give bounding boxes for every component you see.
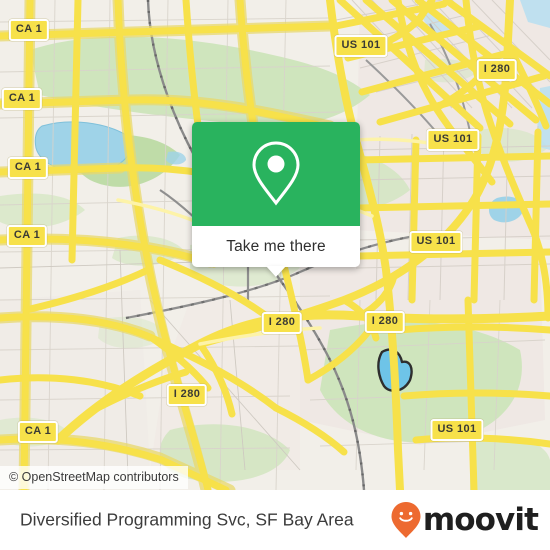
highway-shield-ca1: CA 1 xyxy=(6,225,48,247)
osm-attribution[interactable]: © OpenStreetMap contributors xyxy=(0,466,188,489)
map-pin-icon xyxy=(252,141,300,206)
map-screenshot-root: CA 1 CA 1 CA 1 CA 1 CA 1 US 101 US 101 U… xyxy=(0,0,550,550)
highway-shield-us101: US 101 xyxy=(334,35,388,57)
highway-shield-ca1: CA 1 xyxy=(8,19,50,41)
highway-shield-us101: US 101 xyxy=(430,419,484,441)
highway-shield-ca1: CA 1 xyxy=(1,88,43,110)
highway-shield-i280: I 280 xyxy=(476,59,518,81)
highway-shield-ca1: CA 1 xyxy=(17,421,59,443)
map-canvas[interactable]: CA 1 CA 1 CA 1 CA 1 CA 1 US 101 US 101 U… xyxy=(0,0,550,490)
popup-action-bar[interactable]: Take me there xyxy=(192,226,360,277)
highway-shield-i280: I 280 xyxy=(166,384,208,406)
popup-header xyxy=(192,122,360,226)
highway-shield-i280: I 280 xyxy=(364,311,406,333)
location-popup[interactable]: Take me there xyxy=(192,122,360,277)
highway-shield-us101: US 101 xyxy=(426,129,480,151)
highway-shield-i280: I 280 xyxy=(261,312,303,334)
highway-shield-ca1: CA 1 xyxy=(7,157,49,179)
popup-pointer-tail xyxy=(266,266,286,277)
moovit-brand[interactable]: moovit xyxy=(390,501,539,539)
place-title: Diversified Programming Svc, SF Bay Area xyxy=(20,509,354,530)
moovit-smiling-pin-icon xyxy=(391,502,421,538)
highway-shield-us101: US 101 xyxy=(409,231,463,253)
footer-bar: Diversified Programming Svc, SF Bay Area… xyxy=(0,490,550,550)
moovit-wordmark: moovit xyxy=(422,501,539,538)
take-me-there-label: Take me there xyxy=(226,237,326,255)
